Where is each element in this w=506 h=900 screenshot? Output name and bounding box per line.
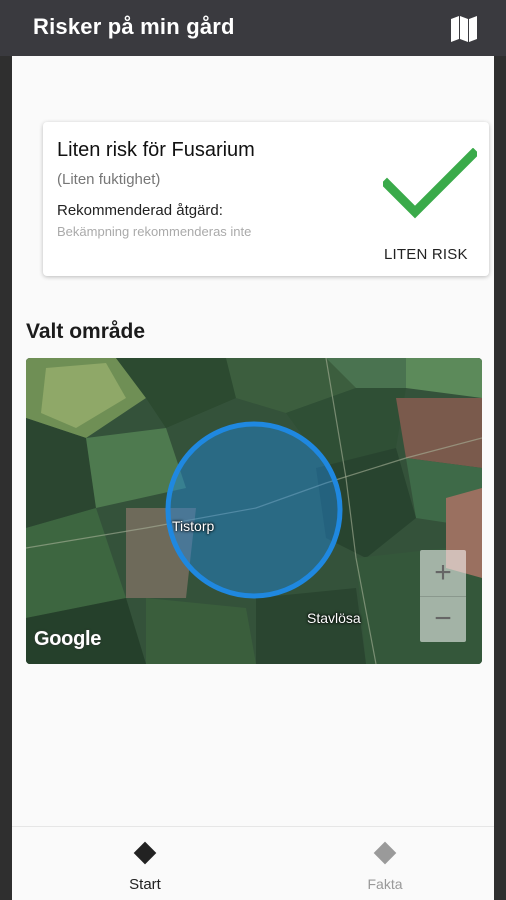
recommendation-value: Bekämpning rekommenderas inte	[57, 224, 252, 239]
risk-level-label: LITEN RISK	[384, 246, 468, 263]
zoom-control: + −	[420, 550, 466, 642]
place-label-stavlosa: Stavlösa	[307, 610, 361, 626]
risk-heading: Liten risk för Fusarium	[57, 139, 255, 161]
recommendation-label: Rekommenderad åtgärd:	[57, 202, 223, 219]
diamond-icon	[373, 841, 397, 865]
checkmark-icon	[383, 148, 477, 219]
map-icon[interactable]	[449, 14, 479, 44]
diamond-icon	[133, 841, 157, 865]
place-label-tistorp: Tistorp	[172, 518, 215, 534]
risk-subtitle: (Liten fuktighet)	[57, 171, 161, 188]
section-title: Valt område	[26, 320, 146, 343]
nav-item-fakta[interactable]: Fakta	[325, 827, 445, 900]
screen: Liten risk för Fusarium (Liten fuktighet…	[12, 0, 494, 900]
app-bar: Risker på min gård	[0, 0, 506, 56]
app-title: Risker på min gård	[33, 14, 235, 39]
nav-label-start: Start	[129, 876, 161, 893]
map-view[interactable]: Tistorp Stavlösa Google + −	[26, 358, 482, 664]
zoom-out-button[interactable]: −	[420, 596, 466, 642]
nav-item-start[interactable]: Start	[85, 827, 205, 900]
bottom-navigation: Start Fakta	[12, 826, 494, 900]
zoom-in-button[interactable]: +	[420, 550, 466, 597]
risk-card: Liten risk för Fusarium (Liten fuktighet…	[43, 122, 489, 276]
satellite-imagery	[26, 358, 482, 664]
selection-circle	[165, 421, 343, 599]
nav-label-fakta: Fakta	[367, 876, 403, 892]
google-logo: Google	[34, 628, 102, 650]
